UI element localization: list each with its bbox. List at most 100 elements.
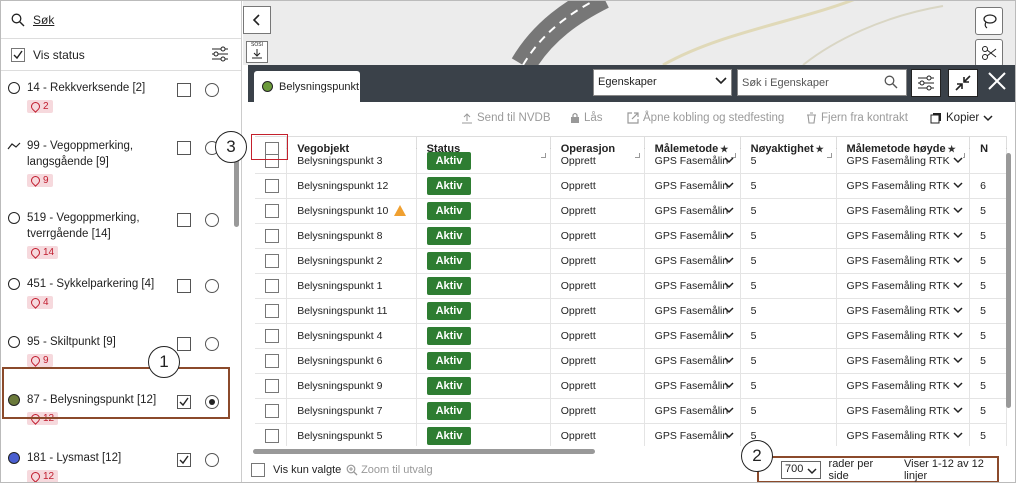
height-method-cell[interactable]: GPS Fasemåling RTK — [836, 423, 971, 446]
accuracy-cell[interactable]: 5 — [740, 348, 837, 374]
extra-cell[interactable]: 5 — [969, 423, 1007, 446]
row-checkbox[interactable] — [265, 428, 279, 443]
vegobjekt-cell[interactable]: Belysningspunkt 7 — [286, 398, 417, 424]
measure-method-cell[interactable]: GPS Fasemålin — [644, 148, 741, 174]
layer-item[interactable]: 99 - Vegoppmerking, langsgående [9] 9 — [1, 130, 233, 202]
show-status-checkbox[interactable] — [11, 47, 25, 62]
layer-active-radio[interactable] — [205, 337, 219, 351]
accuracy-cell[interactable]: 5 — [740, 398, 837, 424]
sosi-download-button[interactable]: SOSI — [246, 41, 268, 63]
accuracy-cell[interactable]: 5 — [740, 298, 837, 324]
table-scrollbar-vertical[interactable] — [1006, 153, 1011, 408]
height-method-cell[interactable]: GPS Fasemåling RTK — [836, 273, 971, 299]
table-row[interactable]: Belysningspunkt 7 Aktiv Opprett GPS Fasemål… — [255, 398, 1007, 424]
height-method-cell[interactable]: GPS Fasemåling RTK — [836, 173, 971, 199]
accuracy-cell[interactable]: 5 — [740, 173, 837, 199]
height-method-cell[interactable]: GPS Fasemåling RTK — [836, 398, 971, 424]
measure-method-cell[interactable]: GPS Fasemålin — [644, 198, 741, 224]
vegobjekt-cell[interactable]: Belysningspunkt 12 — [286, 173, 417, 199]
sidebar-search[interactable]: Søk — [1, 1, 241, 39]
minimize-panel-button[interactable] — [948, 69, 978, 97]
measure-method-cell[interactable]: GPS Fasemålin — [644, 298, 741, 324]
row-checkbox[interactable] — [265, 353, 279, 368]
layer-item[interactable]: 451 - Sykkelparkering [4] 4 — [1, 268, 233, 326]
zoom-to-selection-button[interactable]: Zoom til utvalg — [346, 464, 433, 476]
table-row[interactable]: Belysningspunkt 11 Aktiv Opprett GPS Fasemå… — [255, 298, 1007, 324]
row-checkbox[interactable] — [265, 203, 279, 218]
table-row[interactable]: Belysningspunkt 10 Aktiv Opprett GPS Fasemå… — [255, 198, 1007, 224]
open-link-button[interactable]: Åpne kobling og stedfesting — [627, 112, 784, 124]
row-checkbox[interactable] — [265, 378, 279, 393]
send-to-nvdb-button[interactable]: Send til NVDB — [461, 112, 551, 124]
extra-cell[interactable]: 5 — [969, 348, 1007, 374]
measure-method-cell[interactable]: GPS Fasemålin — [644, 398, 741, 424]
accuracy-cell[interactable]: 5 — [740, 223, 837, 249]
vegobjekt-cell[interactable]: Belysningspunkt 3 — [286, 148, 417, 174]
vegobjekt-cell[interactable]: Belysningspunkt 10 — [286, 198, 417, 224]
table-row[interactable]: Belysningspunkt 8 Aktiv Opprett GPS Fasemål… — [255, 223, 1007, 249]
extra-cell[interactable]: 5 — [969, 223, 1007, 249]
filter-settings-icon[interactable] — [211, 46, 229, 62]
measure-method-cell[interactable]: GPS Fasemålin — [644, 373, 741, 399]
layer-visibility-checkbox[interactable] — [177, 83, 191, 97]
copy-button[interactable]: Kopier — [930, 112, 993, 124]
accuracy-cell[interactable]: 5 — [740, 198, 837, 224]
height-method-cell[interactable]: GPS Fasemåling RTK — [836, 323, 971, 349]
layer-item[interactable]: 14 - Rekkverksende [2] 2 — [1, 72, 233, 130]
layer-visibility-checkbox[interactable] — [177, 337, 191, 351]
height-method-cell[interactable]: GPS Fasemåling RTK — [836, 198, 971, 224]
row-checkbox[interactable] — [265, 278, 279, 293]
measure-method-cell[interactable]: GPS Fasemålin — [644, 423, 741, 446]
map-area[interactable]: SOSI — [243, 1, 1015, 65]
vegobjekt-cell[interactable]: Belysningspunkt 9 — [286, 373, 417, 399]
layer-active-radio[interactable] — [205, 213, 219, 227]
extra-cell[interactable]: 5 — [969, 273, 1007, 299]
table-row[interactable]: Belysningspunkt 12 Aktiv Opprett GPS Fasemå… — [255, 173, 1007, 199]
lock-button[interactable]: Lås — [570, 112, 603, 124]
extra-cell[interactable]: 5 — [969, 248, 1007, 274]
vegobjekt-cell[interactable]: Belysningspunkt 2 — [286, 248, 417, 274]
accuracy-cell[interactable]: 5 — [740, 373, 837, 399]
layer-active-radio[interactable] — [205, 83, 219, 97]
measure-method-cell[interactable]: GPS Fasemålin — [644, 223, 741, 249]
height-method-cell[interactable]: GPS Fasemåling RTK — [836, 373, 971, 399]
extra-cell[interactable]: 5 — [969, 323, 1007, 349]
table-scrollbar-horizontal[interactable] — [253, 449, 595, 454]
vegobjekt-cell[interactable]: Belysningspunkt 11 — [286, 298, 417, 324]
remove-from-contract-button[interactable]: Fjern fra kontrakt — [806, 112, 908, 124]
layer-visibility-checkbox[interactable] — [177, 279, 191, 293]
extra-cell[interactable]: 6 — [969, 173, 1007, 199]
scissors-button[interactable] — [975, 39, 1003, 65]
layer-active-radio[interactable] — [205, 279, 219, 293]
measure-method-cell[interactable]: GPS Fasemålin — [644, 323, 741, 349]
table-row[interactable]: Belysningspunkt 5 Aktiv Opprett GPS Fasemål… — [255, 423, 1007, 446]
layer-visibility-checkbox[interactable] — [177, 141, 191, 155]
vegobjekt-cell[interactable]: Belysningspunkt 6 — [286, 348, 417, 374]
table-row[interactable]: Belysningspunkt 3 Aktiv Opprett GPS Fasemål… — [255, 148, 1007, 174]
table-row[interactable]: Belysningspunkt 1 Aktiv Opprett GPS Fasemål… — [255, 273, 1007, 299]
height-method-cell[interactable]: GPS Fasemåling RTK — [836, 298, 971, 324]
only-selected-checkbox[interactable] — [251, 463, 265, 477]
row-checkbox[interactable] — [265, 303, 279, 318]
table-row[interactable]: Belysningspunkt 4 Aktiv Opprett GPS Fasemål… — [255, 323, 1007, 349]
height-method-cell[interactable]: GPS Fasemåling RTK — [836, 148, 971, 174]
accuracy-cell[interactable]: 5 — [740, 273, 837, 299]
tab-belysningspunkt[interactable]: Belysningspunkt — [254, 71, 360, 102]
measure-method-cell[interactable]: GPS Fasemålin — [644, 248, 741, 274]
accuracy-cell[interactable]: 5 — [740, 323, 837, 349]
vegobjekt-cell[interactable]: Belysningspunkt 5 — [286, 423, 417, 446]
close-panel-button[interactable] — [984, 69, 1010, 97]
page-size-select[interactable]: 700 — [781, 460, 821, 479]
vegobjekt-cell[interactable]: Belysningspunkt 1 — [286, 273, 417, 299]
measure-method-cell[interactable]: GPS Fasemålin — [644, 348, 741, 374]
layer-visibility-checkbox[interactable] — [177, 213, 191, 227]
table-row[interactable]: Belysningspunkt 9 Aktiv Opprett GPS Fasemål… — [255, 373, 1007, 399]
row-checkbox[interactable] — [265, 403, 279, 418]
column-settings-button[interactable] — [911, 69, 941, 97]
lasso-button[interactable] — [975, 7, 1003, 35]
layer-item[interactable]: 181 - Lysmast [12] 12 — [1, 442, 233, 482]
accuracy-cell[interactable]: 5 — [740, 248, 837, 274]
height-method-cell[interactable]: GPS Fasemåling RTK — [836, 223, 971, 249]
vegobjekt-cell[interactable]: Belysningspunkt 4 — [286, 323, 417, 349]
row-checkbox[interactable] — [265, 328, 279, 343]
